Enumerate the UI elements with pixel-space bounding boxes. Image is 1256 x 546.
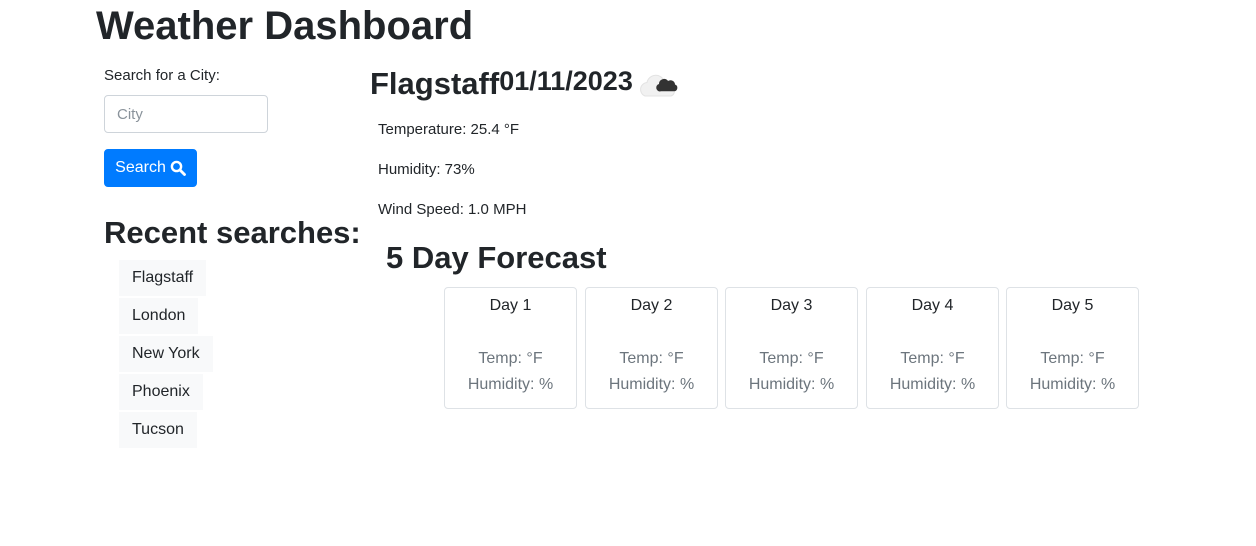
current-wind-speed: Wind Speed: 1.0 MPH <box>378 201 527 218</box>
current-temperature: Temperature: 25.4 °F <box>378 121 520 138</box>
forecast-card-day-2: Day 2 Temp: °F Humidity: % <box>585 287 718 409</box>
forecast-day-label: Day 4 <box>911 297 954 314</box>
forecast-humidity: Humidity: % <box>467 376 554 393</box>
forecast-temp: Temp: °F <box>1040 350 1105 367</box>
recent-search-item[interactable]: Flagstaff <box>119 260 207 296</box>
forecast-temp: Temp: °F <box>759 350 824 367</box>
recent-search-item[interactable]: Tucson <box>119 412 197 448</box>
search-button-label: Search <box>115 159 166 176</box>
forecast-card-day-3: Day 3 Temp: °F Humidity: % <box>725 287 858 409</box>
forecast-title: 5 Day Forecast <box>386 240 607 275</box>
forecast-temp: Temp: °F <box>478 350 543 367</box>
recent-search-item[interactable]: London <box>119 298 199 334</box>
recent-search-item[interactable]: New York <box>119 336 213 372</box>
forecast-humidity: Humidity: % <box>748 376 835 393</box>
cloud-icon <box>639 68 679 105</box>
forecast-day-label: Day 3 <box>770 297 813 314</box>
recent-search-item[interactable]: Phoenix <box>119 374 203 410</box>
recent-searches-title: Recent searches: <box>104 215 361 250</box>
forecast-day-label: Day 5 <box>1051 297 1094 314</box>
city-input[interactable] <box>104 95 268 133</box>
search-label: Search for a City: <box>104 67 220 84</box>
forecast-card-day-4: Day 4 Temp: °F Humidity: % <box>866 287 999 409</box>
forecast-humidity: Humidity: % <box>1029 376 1116 393</box>
search-button[interactable]: Search <box>104 149 197 187</box>
page-title: Weather Dashboard <box>96 4 474 48</box>
search-icon <box>170 160 186 176</box>
recent-searches-list: Flagstaff London New York Phoenix Tucson <box>119 260 213 450</box>
forecast-temp: Temp: °F <box>900 350 965 367</box>
current-date: 01/11/2023 <box>499 66 633 96</box>
forecast-day-label: Day 1 <box>489 297 532 314</box>
forecast-day-label: Day 2 <box>630 297 673 314</box>
current-humidity: Humidity: 73% <box>378 161 475 178</box>
current-weather-header: Flagstaff 01/11/2023 <box>370 64 679 105</box>
forecast-temp: Temp: °F <box>619 350 684 367</box>
forecast-humidity: Humidity: % <box>608 376 695 393</box>
forecast-card-day-5: Day 5 Temp: °F Humidity: % <box>1006 287 1139 409</box>
forecast-card-day-1: Day 1 Temp: °F Humidity: % <box>444 287 577 409</box>
current-city: Flagstaff <box>370 66 500 101</box>
weather-dashboard-page: Weather Dashboard Search for a City: Sea… <box>0 0 1256 546</box>
forecast-humidity: Humidity: % <box>889 376 976 393</box>
